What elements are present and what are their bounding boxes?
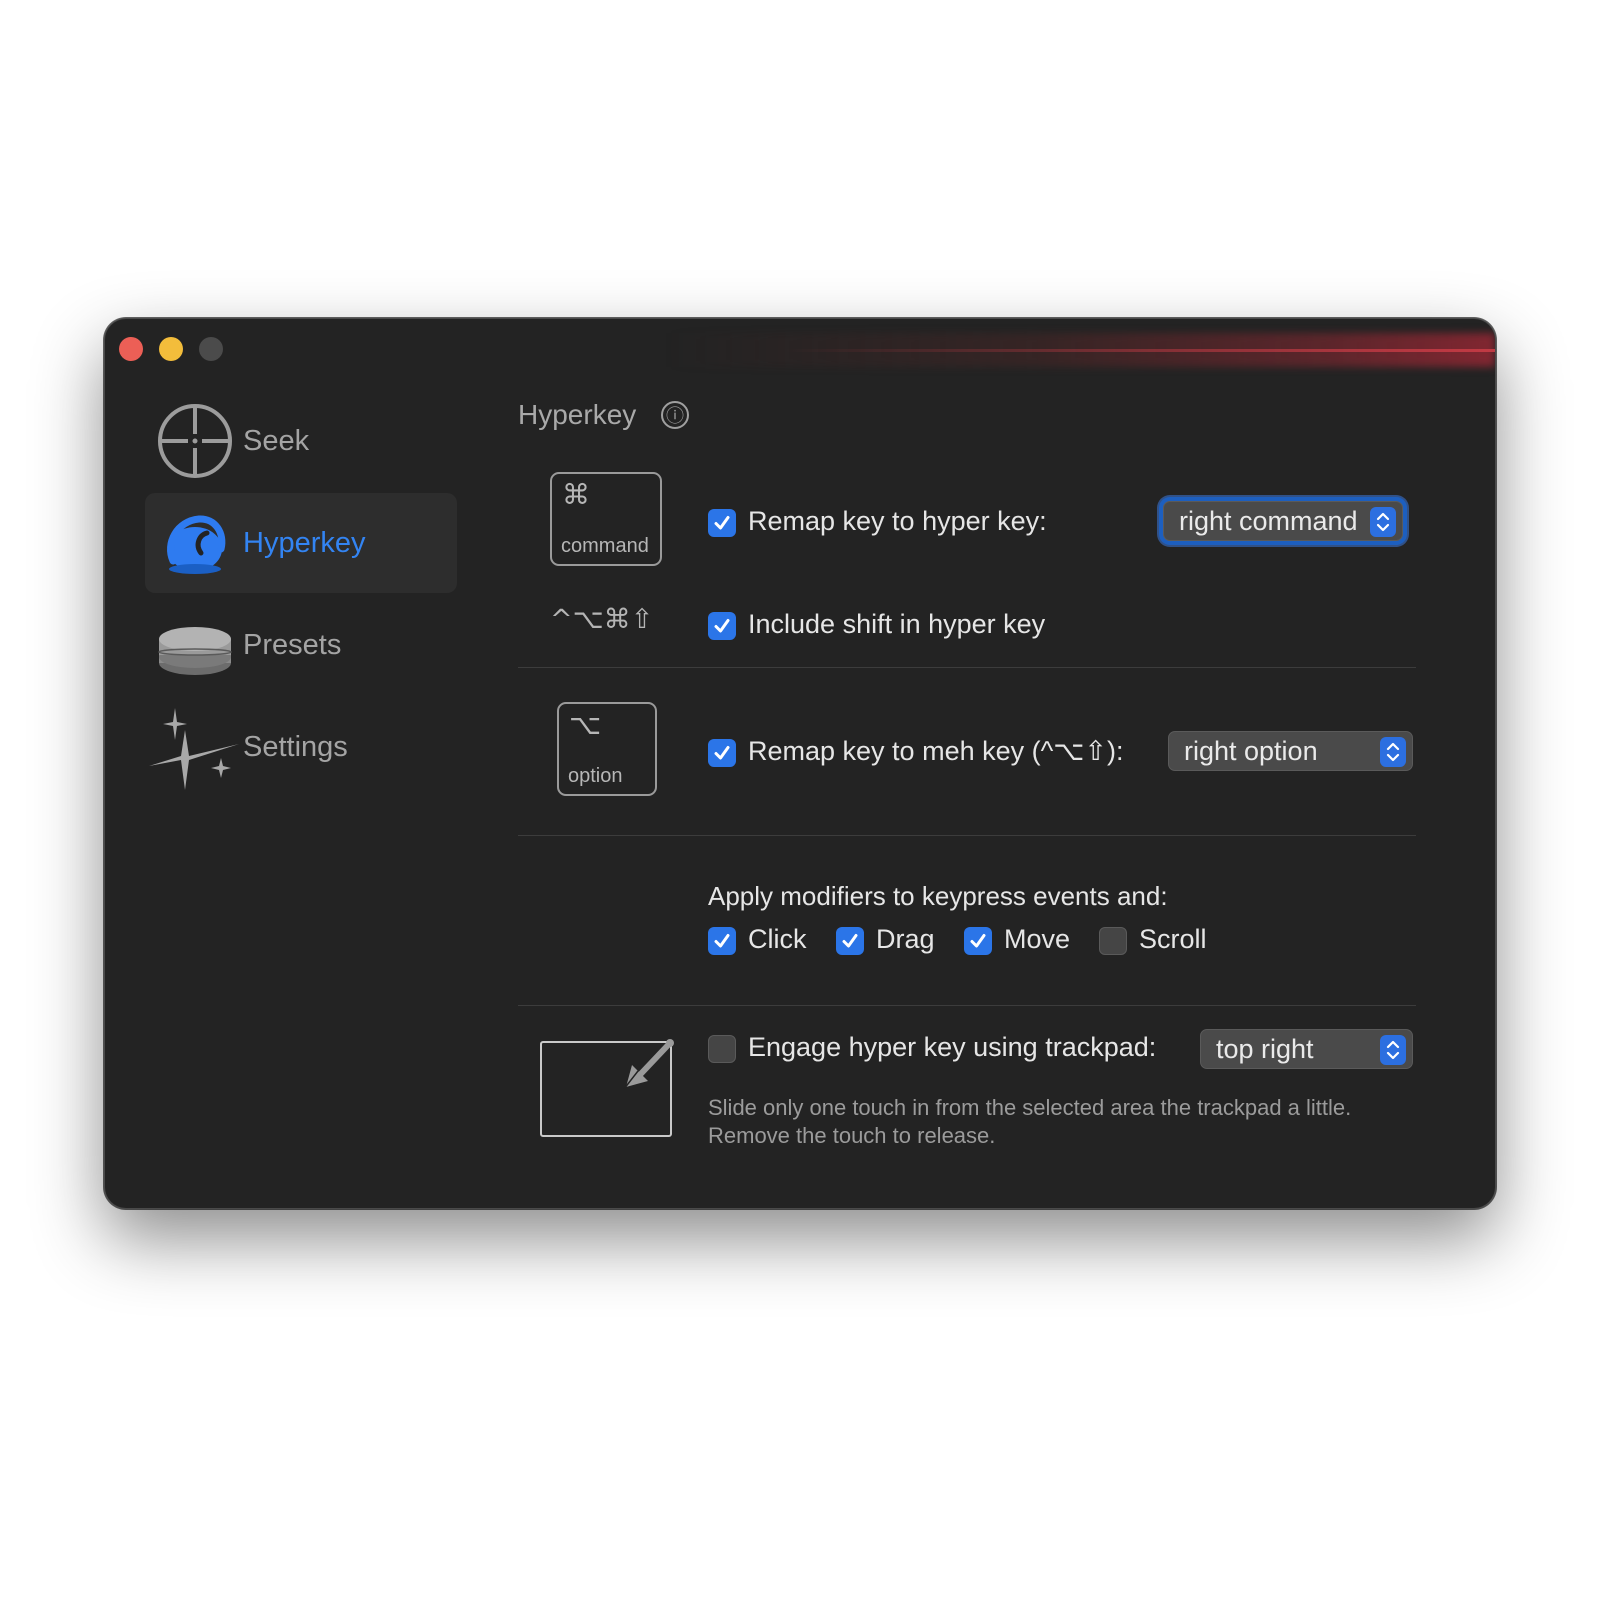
trackpad-diagram	[540, 1039, 674, 1137]
zoom-button[interactable]	[199, 337, 223, 361]
close-button[interactable]	[119, 337, 143, 361]
meh-key-select[interactable]: right option	[1168, 731, 1413, 771]
trackpad-corner-select[interactable]: top right	[1200, 1029, 1413, 1069]
move-label: Move	[1004, 924, 1071, 954]
checkmark-icon	[714, 746, 730, 760]
drag-label: Drag	[876, 924, 935, 954]
sidebar-item-presets[interactable]: Presets	[145, 595, 457, 695]
option-symbol: ⌥	[569, 708, 602, 741]
divider	[518, 1005, 1416, 1006]
minimize-button[interactable]	[159, 337, 183, 361]
scroll-checkbox[interactable]	[1099, 927, 1127, 955]
meh-key-value: right option	[1184, 735, 1318, 766]
remap-meh-checkbox[interactable]	[708, 739, 736, 767]
hyper-key-value: right command	[1179, 505, 1358, 536]
trackpad-hint: Slide only one touch in from the selecte…	[708, 1094, 1428, 1150]
remap-hyper-label: Remap key to hyper key:	[748, 506, 1047, 536]
command-symbol: ⌘	[562, 478, 590, 511]
trackpad-checkbox[interactable]	[708, 1035, 736, 1063]
chevron-updown-icon	[1380, 1035, 1406, 1065]
remap-hyper-checkbox[interactable]	[708, 509, 736, 537]
sidebar-item-seek[interactable]: Seek	[145, 391, 457, 491]
drag-checkbox[interactable]	[836, 927, 864, 955]
option-keycap: ⌥ option	[557, 702, 657, 796]
titlebar-accent-line	[785, 349, 1495, 352]
include-shift-checkbox[interactable]	[708, 612, 736, 640]
modifiers-heading: Apply modifiers to keypress events and:	[708, 881, 1168, 911]
sidebar-item-label: Presets	[243, 628, 342, 661]
remap-meh-label: Remap key to meh key (^⌥⇧):	[748, 736, 1124, 766]
checkmark-icon	[842, 934, 858, 948]
hyper-key-select[interactable]: right command	[1163, 501, 1403, 541]
app-window: Seek Hyperkey Presets Settings Hyperkey …	[104, 318, 1496, 1209]
hyperkey-icon	[167, 515, 226, 574]
trackpad-hint-line: Remove the touch to release.	[708, 1123, 996, 1148]
sidebar-item-label: Settings	[243, 730, 348, 763]
checkmark-icon	[970, 934, 986, 948]
info-icon[interactable]: ⓘ	[661, 401, 689, 429]
sidebar-item-hyperkey[interactable]: Hyperkey	[145, 493, 457, 593]
presets-stack-icon	[158, 627, 232, 675]
hyper-modifier-glyphs: ^⌥⌘⇧	[550, 604, 654, 635]
include-shift-label: Include shift in hyper key	[748, 609, 1046, 639]
scroll-label: Scroll	[1139, 924, 1207, 954]
trackpad-arrow-icon	[623, 1039, 674, 1090]
trackpad-hint-line: Slide only one touch in from the selecte…	[708, 1095, 1352, 1120]
keycap-name: command	[561, 535, 649, 557]
click-checkbox[interactable]	[708, 927, 736, 955]
sparkles-icon	[149, 708, 239, 790]
keycap-name: option	[568, 765, 623, 787]
chevron-updown-icon	[1370, 507, 1396, 537]
command-keycap: ⌘ command	[550, 472, 662, 566]
divider	[518, 835, 1416, 836]
sidebar-item-settings[interactable]: Settings	[145, 697, 457, 797]
trackpad-corner-value: top right	[1216, 1033, 1314, 1064]
checkmark-icon	[714, 934, 730, 948]
checkmark-icon	[714, 619, 730, 633]
trackpad-label: Engage hyper key using trackpad:	[748, 1032, 1157, 1062]
sidebar-item-label: Seek	[243, 424, 310, 457]
page-title: Hyperkey	[518, 399, 637, 430]
crosshair-icon	[158, 404, 232, 478]
checkmark-icon	[714, 516, 730, 530]
divider	[518, 667, 1416, 668]
move-checkbox[interactable]	[964, 927, 992, 955]
click-label: Click	[748, 924, 807, 954]
chevron-updown-icon	[1380, 737, 1406, 767]
sidebar-item-label: Hyperkey	[243, 526, 366, 559]
